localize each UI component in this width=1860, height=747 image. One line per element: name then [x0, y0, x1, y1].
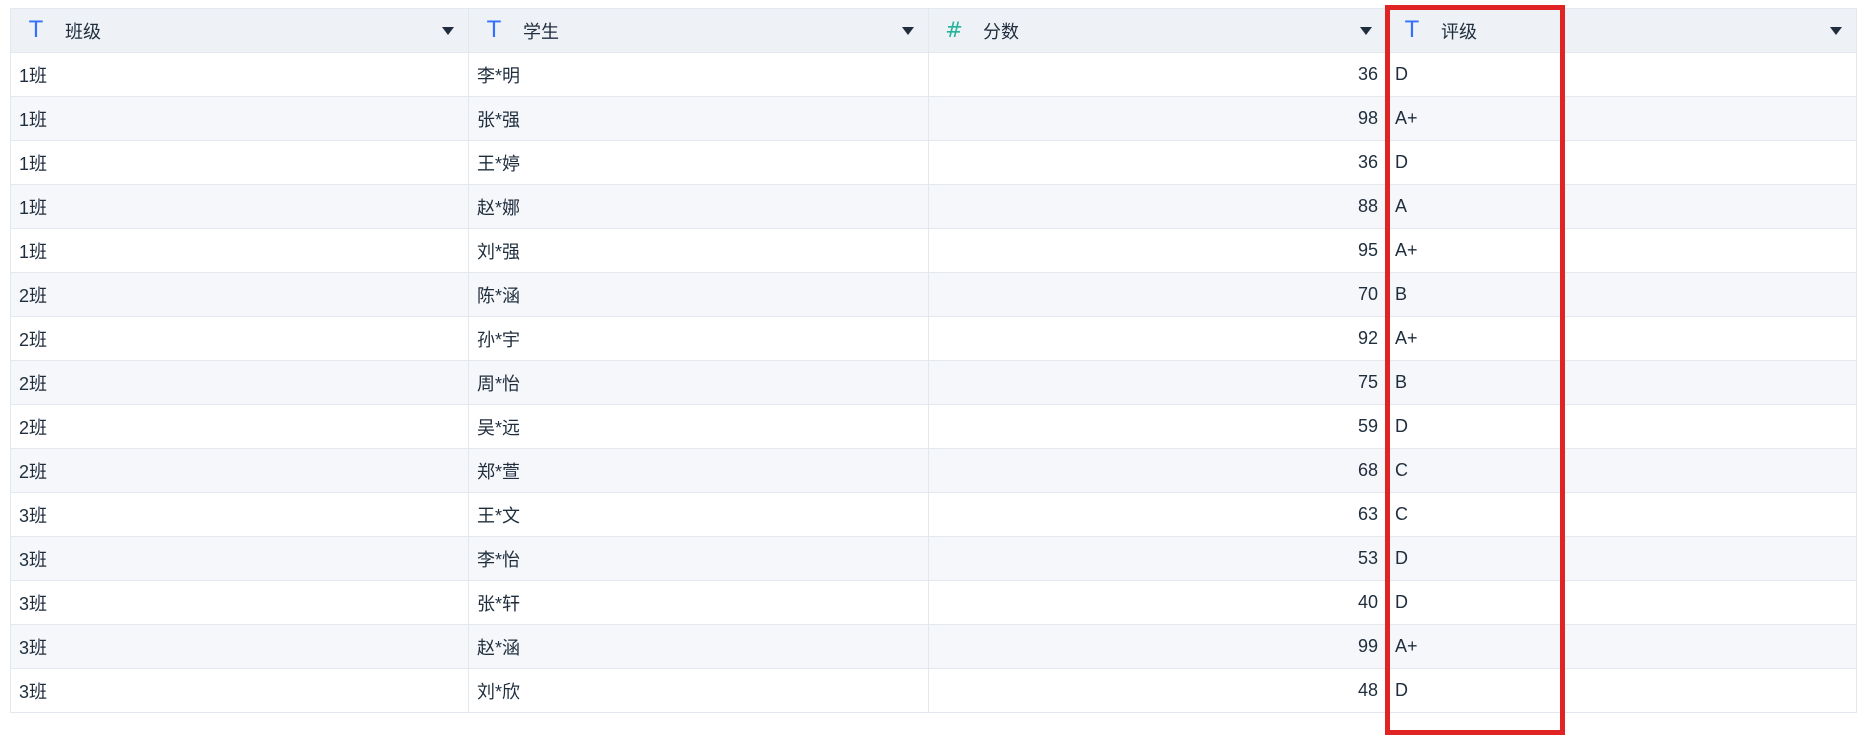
cell-student[interactable]: 王*婷: [468, 140, 929, 185]
dropdown-caret-icon[interactable]: [902, 26, 914, 35]
cell-score[interactable]: 95: [928, 228, 1387, 273]
cell-student[interactable]: 刘*强: [468, 228, 929, 273]
header-row: T 班级 T 学生 # 分数 T 评级: [10, 8, 1857, 53]
table-row[interactable]: 2班 陈*涵 70 B: [10, 272, 1857, 317]
cell-score[interactable]: 75: [928, 360, 1387, 405]
cell-student[interactable]: 李*怡: [468, 536, 929, 581]
dropdown-caret-icon[interactable]: [1830, 26, 1842, 35]
text-field-icon: T: [29, 17, 43, 43]
cell-grade[interactable]: D: [1386, 140, 1857, 185]
cell-grade[interactable]: D: [1386, 536, 1857, 581]
table-row[interactable]: 1班 刘*强 95 A+: [10, 228, 1857, 273]
cell-grade[interactable]: B: [1386, 360, 1857, 405]
cell-class[interactable]: 3班: [10, 492, 469, 537]
cell-student[interactable]: 刘*欣: [468, 668, 929, 713]
cell-student[interactable]: 郑*萱: [468, 448, 929, 493]
cell-class[interactable]: 1班: [10, 140, 469, 185]
data-table: T 班级 T 学生 # 分数 T 评级 1班 李*明 36 D 1班 张*强 9…: [10, 8, 1857, 713]
cell-score[interactable]: 36: [928, 52, 1387, 97]
cell-class[interactable]: 2班: [10, 448, 469, 493]
cell-class[interactable]: 2班: [10, 316, 469, 361]
column-header-student[interactable]: T 学生: [468, 8, 929, 53]
cell-student[interactable]: 陈*涵: [468, 272, 929, 317]
cell-grade[interactable]: C: [1386, 492, 1857, 537]
text-field-icon: T: [487, 17, 501, 43]
table-row[interactable]: 1班 张*强 98 A+: [10, 96, 1857, 141]
cell-grade[interactable]: A+: [1386, 624, 1857, 669]
table-body: 1班 李*明 36 D 1班 张*强 98 A+ 1班 王*婷 36 D 1班 赵*娜 88 A 1班 刘*强 95…: [10, 52, 1857, 713]
cell-class[interactable]: 2班: [10, 360, 469, 405]
column-header-label: 分数: [983, 21, 1019, 42]
cell-student[interactable]: 李*明: [468, 52, 929, 97]
cell-class[interactable]: 2班: [10, 272, 469, 317]
cell-student[interactable]: 王*文: [468, 492, 929, 537]
table-row[interactable]: 2班 吴*远 59 D: [10, 404, 1857, 449]
cell-score[interactable]: 59: [928, 404, 1387, 449]
table-row[interactable]: 1班 赵*娜 88 A: [10, 184, 1857, 229]
cell-grade[interactable]: A: [1386, 184, 1857, 229]
table-row[interactable]: 3班 王*文 63 C: [10, 492, 1857, 537]
cell-score[interactable]: 36: [928, 140, 1387, 185]
cell-grade[interactable]: C: [1386, 448, 1857, 493]
number-field-icon: #: [945, 18, 963, 42]
cell-score[interactable]: 70: [928, 272, 1387, 317]
cell-score[interactable]: 63: [928, 492, 1387, 537]
cell-score[interactable]: 99: [928, 624, 1387, 669]
cell-class[interactable]: 1班: [10, 184, 469, 229]
cell-student[interactable]: 赵*涵: [468, 624, 929, 669]
column-header-grade[interactable]: T 评级: [1386, 8, 1857, 53]
cell-score[interactable]: 68: [928, 448, 1387, 493]
column-header-label: 评级: [1441, 21, 1477, 42]
column-header-score[interactable]: # 分数: [928, 8, 1387, 53]
cell-grade[interactable]: D: [1386, 52, 1857, 97]
table-row[interactable]: 3班 张*轩 40 D: [10, 580, 1857, 625]
text-field-icon: T: [1405, 17, 1419, 43]
dropdown-caret-icon[interactable]: [1360, 26, 1372, 35]
table-row[interactable]: 2班 孙*宇 92 A+: [10, 316, 1857, 361]
cell-grade[interactable]: D: [1386, 668, 1857, 713]
cell-student[interactable]: 赵*娜: [468, 184, 929, 229]
table-row[interactable]: 3班 赵*涵 99 A+: [10, 624, 1857, 669]
cell-class[interactable]: 1班: [10, 52, 469, 97]
cell-score[interactable]: 98: [928, 96, 1387, 141]
cell-student[interactable]: 张*强: [468, 96, 929, 141]
cell-class[interactable]: 3班: [10, 580, 469, 625]
cell-grade[interactable]: A+: [1386, 96, 1857, 141]
cell-score[interactable]: 53: [928, 536, 1387, 581]
cell-class[interactable]: 3班: [10, 624, 469, 669]
table-row[interactable]: 3班 李*怡 53 D: [10, 536, 1857, 581]
cell-class[interactable]: 3班: [10, 536, 469, 581]
table-row[interactable]: 3班 刘*欣 48 D: [10, 668, 1857, 713]
cell-score[interactable]: 48: [928, 668, 1387, 713]
table-row[interactable]: 1班 王*婷 36 D: [10, 140, 1857, 185]
cell-grade[interactable]: D: [1386, 580, 1857, 625]
table-row[interactable]: 2班 郑*萱 68 C: [10, 448, 1857, 493]
cell-student[interactable]: 张*轩: [468, 580, 929, 625]
column-header-label: 学生: [523, 21, 559, 42]
cell-grade[interactable]: D: [1386, 404, 1857, 449]
cell-class[interactable]: 1班: [10, 228, 469, 273]
cell-grade[interactable]: B: [1386, 272, 1857, 317]
dropdown-caret-icon[interactable]: [442, 26, 454, 35]
cell-student[interactable]: 吴*远: [468, 404, 929, 449]
cell-grade[interactable]: A+: [1386, 316, 1857, 361]
column-header-class[interactable]: T 班级: [10, 8, 469, 53]
column-header-label: 班级: [65, 21, 101, 42]
cell-score[interactable]: 40: [928, 580, 1387, 625]
cell-class[interactable]: 2班: [10, 404, 469, 449]
table-row[interactable]: 1班 李*明 36 D: [10, 52, 1857, 97]
cell-class[interactable]: 1班: [10, 96, 469, 141]
cell-grade[interactable]: A+: [1386, 228, 1857, 273]
cell-student[interactable]: 孙*宇: [468, 316, 929, 361]
table-row[interactable]: 2班 周*怡 75 B: [10, 360, 1857, 405]
cell-score[interactable]: 88: [928, 184, 1387, 229]
cell-student[interactable]: 周*怡: [468, 360, 929, 405]
cell-class[interactable]: 3班: [10, 668, 469, 713]
cell-score[interactable]: 92: [928, 316, 1387, 361]
